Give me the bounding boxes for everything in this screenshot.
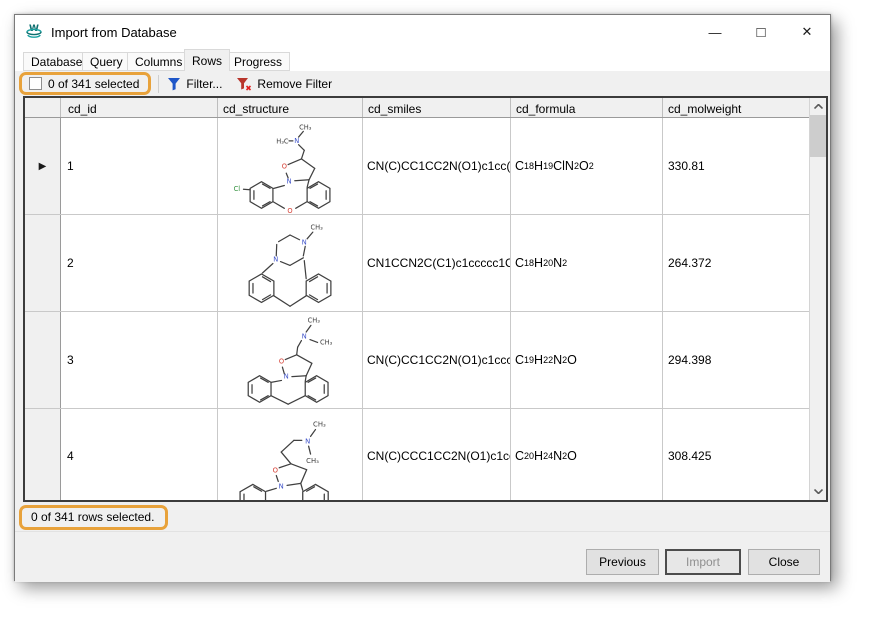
tab-rows[interactable]: Rows: [184, 49, 230, 71]
import-button[interactable]: Import: [665, 549, 741, 575]
remove-filter-button[interactable]: Remove Filter: [236, 77, 332, 91]
cell-cd-formula: C18H19ClN2O2: [511, 118, 663, 214]
scroll-up-button[interactable]: [810, 98, 827, 115]
cell-cd-smiles: CN1CCN2C(C1)c1ccccc1Cc...: [363, 215, 511, 311]
svg-text:CH₃: CH₃: [313, 421, 326, 429]
window-title: Import from Database: [51, 25, 177, 40]
svg-text:O: O: [281, 162, 286, 170]
svg-text:N: N: [294, 136, 299, 144]
annotation-highlight-status: 0 of 341 rows selected.: [19, 505, 168, 530]
svg-text:N: N: [273, 255, 278, 263]
cell-cd-id: 2: [61, 215, 218, 311]
row-selector-header: [25, 98, 61, 117]
svg-text:CH₃: CH₃: [299, 123, 312, 131]
cell-cd-structure: CH₃ N CH₃ O N: [218, 409, 363, 502]
cell-cd-id: 4: [61, 409, 218, 502]
status-text: 0 of 341 rows selected.: [31, 510, 154, 524]
filter-button-label: Filter...: [186, 77, 222, 91]
tab-query[interactable]: Query: [82, 52, 131, 71]
tab-columns[interactable]: Columns: [127, 52, 190, 71]
column-header-cd-id[interactable]: cd_id: [61, 98, 218, 117]
molecule-structure-3: CH₃ N CH₃ O N: [219, 313, 362, 408]
cell-cd-smiles: CN(C)CCC1CC2N(O1)c1cc...: [363, 409, 511, 502]
close-button[interactable]: Close: [748, 549, 820, 575]
cell-cd-formula: C18H20N2: [511, 215, 663, 311]
svg-text:O: O: [272, 467, 277, 475]
tab-strip: Database Query Columns Rows Progress: [15, 49, 830, 71]
select-all-checkbox[interactable]: [29, 77, 42, 90]
svg-text:O: O: [278, 357, 283, 365]
cell-cd-structure: CH₃ N CH₃ O N: [218, 312, 363, 408]
chevron-down-icon: [814, 489, 823, 494]
svg-text:N: N: [301, 332, 306, 340]
cell-cd-formula: C19H22N2O: [511, 312, 663, 408]
filter-funnel-icon: [167, 77, 181, 91]
results-grid: cd_id cd_structure cd_smiles cd_formula …: [23, 96, 828, 502]
svg-text:CH₃: CH₃: [310, 223, 323, 231]
scroll-down-button[interactable]: [810, 483, 827, 500]
title-bar: W Import from Database — □ ✕: [15, 15, 830, 49]
cell-cd-molweight: 330.81: [663, 118, 813, 214]
vertical-scrollbar[interactable]: [809, 98, 826, 500]
column-header-cd-molweight[interactable]: cd_molweight: [663, 98, 813, 117]
grid-header-row: cd_id cd_structure cd_smiles cd_formula …: [25, 98, 809, 118]
svg-text:N: N: [305, 437, 310, 445]
svg-text:Cl: Cl: [233, 185, 240, 193]
import-from-database-dialog: W Import from Database — □ ✕ Database Qu…: [14, 14, 831, 581]
cell-cd-smiles: CN(C)CC1CC2N(O1)c1cccc...: [363, 312, 511, 408]
footer-panel: Previous Import Close: [15, 531, 830, 582]
molecule-structure-4: CH₃ N CH₃ O N: [219, 409, 362, 502]
column-header-cd-smiles[interactable]: cd_smiles: [363, 98, 511, 117]
chevron-up-icon: [814, 104, 823, 109]
cell-cd-id: 1: [61, 118, 218, 214]
svg-text:N: N: [278, 482, 283, 490]
cell-cd-molweight: 308.425: [663, 409, 809, 502]
filter-button[interactable]: Filter...: [167, 77, 222, 91]
cell-cd-molweight: 294.398: [663, 312, 813, 408]
previous-button[interactable]: Previous: [586, 549, 659, 575]
toolbar-separator: [158, 75, 159, 93]
cell-cd-structure: CH₃ N N: [218, 215, 363, 311]
cell-cd-structure: CH₃ H₃C N O N O Cl: [218, 118, 363, 214]
selection-count-label: 0 of 341 selected: [48, 77, 139, 91]
cell-cd-formula: C20H24N2O: [511, 409, 663, 502]
table-row[interactable]: 2 CH₃ N N: [25, 215, 809, 312]
status-bar: 0 of 341 rows selected.: [15, 504, 830, 530]
svg-text:CH₃: CH₃: [307, 316, 320, 324]
svg-text:H₃C: H₃C: [276, 137, 289, 145]
minimize-button[interactable]: —: [692, 15, 738, 49]
annotation-highlight-selection: 0 of 341 selected: [19, 72, 151, 95]
maximize-button[interactable]: □: [738, 15, 784, 49]
svg-text:N: N: [301, 238, 306, 246]
column-header-cd-structure[interactable]: cd_structure: [218, 98, 363, 117]
current-row-indicator: ▶: [39, 161, 47, 172]
molecule-structure-2: CH₃ N N: [219, 216, 362, 311]
svg-text:CH₃: CH₃: [306, 457, 319, 465]
cell-cd-smiles: CN(C)CC1CC2N(O1)c1cc(C...: [363, 118, 511, 214]
close-window-button[interactable]: ✕: [784, 15, 830, 49]
table-row[interactable]: ▶ 1 CH₃ H₃C N O N O Cl: [25, 118, 809, 215]
cell-cd-molweight: 264.372: [663, 215, 813, 311]
column-header-cd-formula[interactable]: cd_formula: [511, 98, 663, 117]
scrollbar-thumb[interactable]: [810, 115, 827, 157]
remove-filter-label: Remove Filter: [257, 77, 332, 91]
cell-cd-id: 3: [61, 312, 218, 408]
svg-text:N: N: [286, 177, 291, 185]
app-icon: W: [25, 24, 43, 40]
molecule-structure-1: CH₃ H₃C N O N O Cl: [219, 119, 362, 214]
tab-database[interactable]: Database: [23, 52, 90, 71]
table-row[interactable]: 4 CH₃ N CH₃ O N: [25, 409, 809, 502]
remove-filter-icon: [236, 77, 252, 91]
svg-text:O: O: [287, 207, 292, 214]
rows-toolbar: 0 of 341 selected Filter... Remove Filte…: [15, 71, 830, 96]
table-row[interactable]: 3 CH₃ N CH₃ O N: [25, 312, 809, 409]
tab-progress[interactable]: Progress: [226, 52, 290, 71]
svg-text:CH₃: CH₃: [319, 338, 332, 346]
